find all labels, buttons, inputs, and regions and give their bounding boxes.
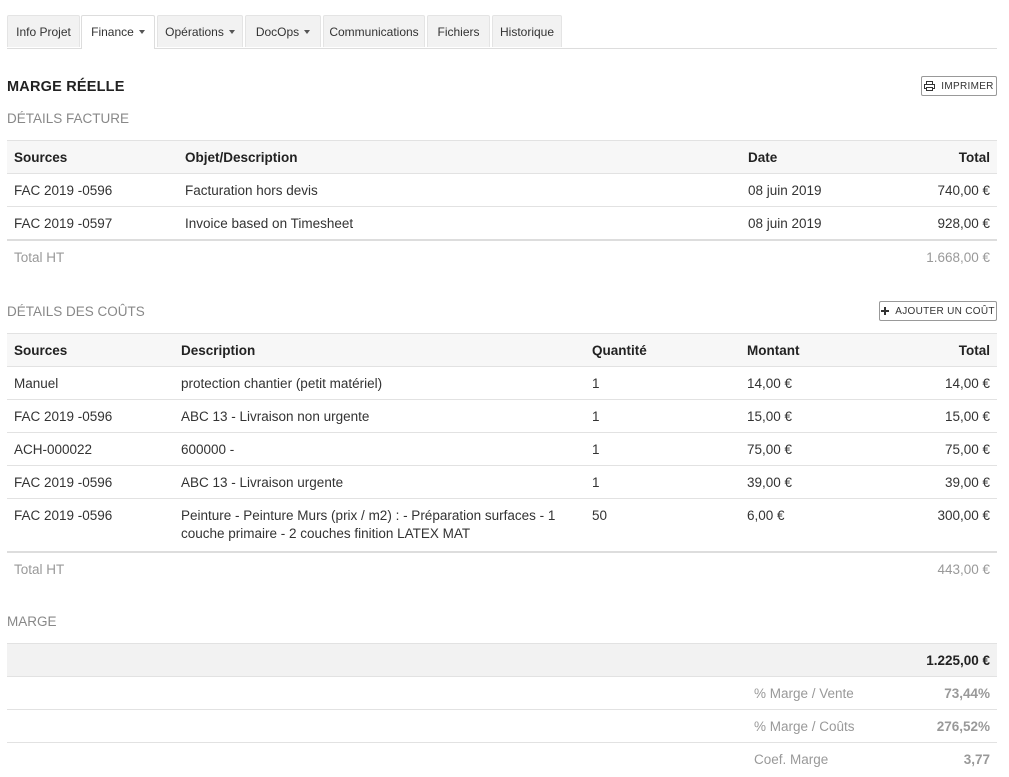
tab-bar: Info Projet Finance Opérations DocOps Co… — [7, 15, 997, 49]
cell-description: ABC 13 - Livraison non urgente — [174, 399, 585, 433]
cell-description: Peinture - Peinture Murs (prix / m2) : -… — [174, 498, 585, 552]
cell-quantity: 1 — [585, 465, 740, 499]
costs-header-row: Sources Description Quantité Montant Tot… — [7, 333, 997, 367]
marge-section-title: MARGE — [7, 614, 57, 629]
marge-label: % Marge / Vente — [747, 676, 907, 710]
cell-amount: 15,00 € — [740, 399, 900, 433]
column-header-description: Description — [174, 333, 585, 367]
cell-quantity: 1 — [585, 366, 740, 400]
cell-amount: 75,00 € — [740, 432, 900, 466]
costs-table: Sources Description Quantité Montant Tot… — [7, 333, 997, 586]
cell-quantity: 1 — [585, 432, 740, 466]
total-label: Total HT — [7, 239, 178, 274]
tab-fichiers[interactable]: Fichiers — [427, 15, 490, 47]
print-button[interactable]: IMPRIMER — [921, 76, 997, 96]
cell-source: Manuel — [7, 366, 174, 400]
tab-info-projet[interactable]: Info Projet — [7, 15, 80, 47]
tab-label: Info Projet — [16, 25, 71, 39]
cell-date: 08 juin 2019 — [741, 173, 861, 207]
cell-amount: 6,00 € — [740, 498, 900, 552]
costs-section-title: DÉTAILS DES COÛTS — [7, 304, 145, 319]
column-header-sources: Sources — [7, 140, 178, 174]
cell-source: ACH-000022 — [7, 432, 174, 466]
costs-total-row: Total HT 443,00 € — [7, 551, 997, 586]
table-row: Coef. Marge 3,77 — [7, 742, 997, 775]
marge-table: 1.225,00 € % Marge / Vente 73,44% % Marg… — [7, 643, 997, 775]
plus-icon — [881, 307, 890, 315]
cell-quantity: 1 — [585, 399, 740, 433]
table-row: FAC 2019 -0596 ABC 13 - Livraison urgent… — [7, 465, 997, 499]
tab-label: Historique — [499, 25, 555, 39]
cell-source: FAC 2019 -0597 — [7, 206, 178, 240]
cell-description: Facturation hors devis — [178, 173, 741, 207]
caret-down-icon — [228, 29, 235, 34]
cell-amount: 14,00 € — [740, 366, 900, 400]
caret-down-icon — [304, 29, 311, 34]
column-header-date: Date — [741, 140, 861, 174]
invoice-total-row: Total HT 1.668,00 € — [7, 239, 997, 274]
tab-label: DocOps — [255, 25, 300, 39]
marge-value: 1.225,00 € — [907, 643, 997, 677]
table-row: Manuel protection chantier (petit matéri… — [7, 366, 997, 400]
column-header-total: Total — [861, 140, 997, 174]
tab-label: Finance — [91, 25, 134, 39]
total-label: Total HT — [7, 551, 174, 586]
add-cost-button[interactable]: AJOUTER UN COÛT — [879, 301, 997, 321]
table-row: ACH-000022 600000 - 1 75,00 € 75,00 € — [7, 432, 997, 466]
table-row: % Marge / Vente 73,44% — [7, 676, 997, 710]
column-header-total: Total — [900, 333, 997, 367]
marge-total-row: 1.225,00 € — [7, 643, 997, 677]
total-value: 1.668,00 € — [861, 239, 997, 274]
column-header-amount: Montant — [740, 333, 900, 367]
page-title: MARGE RÉELLE — [7, 79, 125, 95]
tab-docops[interactable]: DocOps — [245, 15, 321, 47]
printer-icon — [924, 81, 936, 91]
cell-description: ABC 13 - Livraison urgente — [174, 465, 585, 499]
tab-label: Opérations — [165, 25, 224, 39]
cell-quantity: 50 — [585, 498, 740, 552]
cell-total: 14,00 € — [900, 366, 997, 400]
table-row: FAC 2019 -0597 Invoice based on Timeshee… — [7, 206, 997, 240]
cell-description: protection chantier (petit matériel) — [174, 366, 585, 400]
cell-total: 75,00 € — [900, 432, 997, 466]
total-value: 443,00 € — [900, 551, 997, 586]
cell-description: Invoice based on Timesheet — [178, 206, 741, 240]
table-row: FAC 2019 -0596 ABC 13 - Livraison non ur… — [7, 399, 997, 433]
table-row: FAC 2019 -0596 Facturation hors devis 08… — [7, 173, 997, 207]
tab-finance[interactable]: Finance — [81, 15, 155, 49]
cell-total: 300,00 € — [900, 498, 997, 552]
tab-label: Communications — [329, 25, 419, 39]
tab-label: Fichiers — [437, 25, 480, 39]
cell-source: FAC 2019 -0596 — [7, 465, 174, 499]
marge-label: Coef. Marge — [747, 742, 907, 775]
cell-total: 39,00 € — [900, 465, 997, 499]
tab-communications[interactable]: Communications — [323, 15, 425, 47]
column-header-description: Objet/Description — [178, 140, 741, 174]
cell-date: 08 juin 2019 — [741, 206, 861, 240]
print-button-label: IMPRIMER — [941, 80, 994, 92]
cell-source: FAC 2019 -0596 — [7, 399, 174, 433]
tab-historique[interactable]: Historique — [492, 15, 562, 47]
cell-total: 15,00 € — [900, 399, 997, 433]
cell-amount: 39,00 € — [740, 465, 900, 499]
cell-total: 928,00 € — [861, 206, 997, 240]
marge-percent-value: 276,52% — [907, 709, 997, 743]
column-header-sources: Sources — [7, 333, 174, 367]
cell-description: 600000 - — [174, 432, 585, 466]
cell-total: 740,00 € — [861, 173, 997, 207]
table-row: FAC 2019 -0596 Peinture - Peinture Murs … — [7, 498, 997, 552]
tab-operations[interactable]: Opérations — [157, 15, 243, 47]
marge-label: % Marge / Coûts — [747, 709, 907, 743]
marge-percent-value: 73,44% — [907, 676, 997, 710]
column-header-quantity: Quantité — [585, 333, 740, 367]
invoice-section-title: DÉTAILS FACTURE — [7, 111, 130, 126]
add-cost-button-label: AJOUTER UN COÛT — [895, 305, 995, 317]
table-row: % Marge / Coûts 276,52% — [7, 709, 997, 743]
invoice-header-row: Sources Objet/Description Date Total — [7, 140, 997, 174]
caret-down-icon — [138, 29, 145, 34]
cell-source: FAC 2019 -0596 — [7, 173, 178, 207]
invoice-table: Sources Objet/Description Date Total FAC… — [7, 140, 997, 274]
marge-coef-value: 3,77 — [907, 742, 997, 775]
cell-source: FAC 2019 -0596 — [7, 498, 174, 552]
